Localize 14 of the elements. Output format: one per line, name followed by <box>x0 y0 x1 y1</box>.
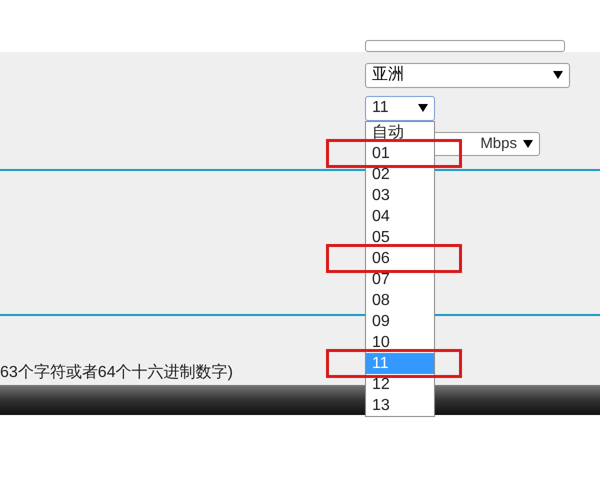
dropdown-option[interactable]: 13 <box>366 395 434 416</box>
dropdown-option[interactable]: 12 <box>366 374 434 395</box>
dropdown-option[interactable]: 06 <box>366 248 434 269</box>
dropdown-option[interactable]: 02 <box>366 164 434 185</box>
channel-select[interactable]: 11 <box>365 96 435 121</box>
dropdown-option[interactable]: 09 <box>366 311 434 332</box>
key-hint-text: 63个字符或者64个十六进制数字) <box>0 362 233 383</box>
region-select[interactable]: 亚洲 <box>365 62 570 88</box>
dropdown-option[interactable]: 08 <box>366 290 434 311</box>
dropdown-option[interactable]: 04 <box>366 206 434 227</box>
dropdown-option[interactable]: 03 <box>366 185 434 206</box>
dropdown-option[interactable]: 10 <box>366 332 434 353</box>
dropdown-option[interactable]: 07 <box>366 269 434 290</box>
dropdown-option[interactable]: 05 <box>366 227 434 248</box>
